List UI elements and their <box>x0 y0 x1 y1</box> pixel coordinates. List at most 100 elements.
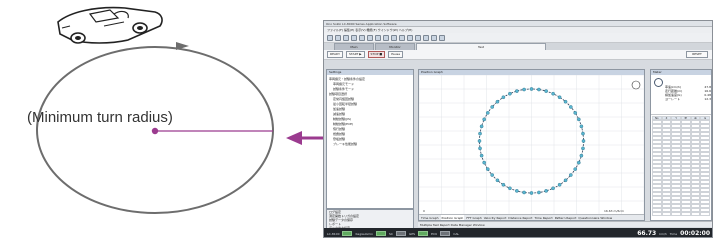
report-icon[interactable] <box>391 34 397 41</box>
new-file-icon[interactable] <box>327 34 333 41</box>
speed-value: 66.73 <box>637 230 657 237</box>
mode-tabs: Main Monitor Test <box>324 43 712 50</box>
save-icon[interactable] <box>343 34 349 41</box>
pause-button[interactable]: Pause <box>388 51 404 58</box>
trajectory-point <box>522 190 526 195</box>
status-item: SC <box>389 231 394 236</box>
pan-icon[interactable] <box>407 34 413 41</box>
graph-tab[interactable]: Velocity Report <box>484 215 507 220</box>
trajectory-point <box>479 153 484 158</box>
trajectory-point <box>537 190 541 195</box>
meter-summary: 車速(km/h) 47.8 走行距離(m) 16.6 横加速度(G) 0.48 ヨーレート 1… <box>651 75 711 115</box>
trajectory-point <box>490 105 495 109</box>
meter-grid-cell <box>681 212 691 216</box>
graph-tab-active[interactable]: Position Graph <box>440 215 465 220</box>
trajectory-point <box>551 91 555 96</box>
settings-panel: Settings 車両諸元・試験条件の設定 車両諸元モード 試験条件モード 試験項目選… <box>326 69 414 209</box>
meter-grid: No X Y 距速 G <box>651 115 711 217</box>
trajectory-point <box>581 131 585 136</box>
trajectory-point <box>508 91 512 96</box>
trajectory-point <box>479 124 484 129</box>
trajectory-point <box>485 167 490 171</box>
app-window: Ono Sokki LC-8000 Series Application Sof… <box>323 20 713 238</box>
trajectory-point <box>495 178 500 183</box>
trajectory-point <box>529 191 534 195</box>
trajectory-point <box>579 153 584 158</box>
trajectory-point <box>581 146 585 151</box>
paste-icon[interactable] <box>367 34 373 41</box>
status-item: GPS <box>409 231 416 236</box>
position-plot[interactable]: 16.63 m/6cm 0 <box>419 75 644 215</box>
meter-row-value: 12.3 <box>704 97 711 101</box>
tab-monitor[interactable]: Monitor <box>375 43 415 50</box>
graph-tab[interactable]: FFT Graph <box>466 215 481 220</box>
trajectory-point <box>579 124 584 129</box>
radius-label: (Minimum turn radius) <box>27 109 173 126</box>
trajectory-point <box>557 95 562 100</box>
trajectory-point <box>508 186 512 191</box>
trajectory-point <box>515 89 519 93</box>
trajectory-point <box>537 87 541 92</box>
ready-button[interactable]: READY <box>327 51 344 58</box>
trajectory-point <box>568 105 573 109</box>
speed-unit: km/h <box>659 231 667 236</box>
marker-icon[interactable] <box>423 34 429 41</box>
zoom-icon[interactable] <box>399 34 405 41</box>
convertible-car-icon <box>57 6 163 44</box>
trajectory-point <box>568 173 573 177</box>
print-icon[interactable] <box>351 34 357 41</box>
trajectory-point <box>490 173 495 177</box>
start-button[interactable]: START ▶ <box>346 51 365 58</box>
trajectory-point <box>529 87 534 91</box>
graph-tab[interactable]: Questionnaire Window <box>578 215 612 220</box>
meter-grid-cell <box>690 212 701 216</box>
settings-item[interactable]: ブレーキ性能試験 <box>329 142 411 147</box>
trajectory-point <box>515 189 519 193</box>
status-led <box>418 231 429 236</box>
figure-stage: (Minimum turn radius) Ono Sokki LC-8000 … <box>0 0 719 240</box>
meter-grid-cell <box>671 212 681 216</box>
status-led <box>342 231 353 236</box>
trajectory-point <box>478 131 482 136</box>
trajectory-point <box>563 99 568 104</box>
settings-icon[interactable] <box>375 34 381 41</box>
trajectory-point <box>477 139 482 143</box>
reset-button[interactable]: RESET <box>686 51 708 58</box>
settings-list: 車両諸元・試験条件の設定 車両諸元モード 試験条件モード 試験項目選択 定常円旋回試験最… <box>327 75 413 149</box>
plot-readout: 16.63 m/6cm <box>604 209 624 213</box>
status-bar: LC-8100 Kagisubmin SC GPS ECU CAL 66.73 … <box>324 228 712 237</box>
graph-tab[interactable]: Distance Report <box>508 215 532 220</box>
plot-readout-left: 0 <box>423 209 425 213</box>
copy-icon[interactable] <box>359 34 365 41</box>
trajectory-point <box>573 111 578 115</box>
graph-tab[interactable]: Time Report <box>534 215 552 220</box>
center-dot <box>151 127 159 135</box>
help-icon[interactable] <box>439 34 445 41</box>
trajectory-point <box>563 178 568 183</box>
trajectory-point <box>482 160 486 165</box>
graph-tab[interactable]: Pattern Report <box>555 215 577 220</box>
layout-icon[interactable] <box>431 34 437 41</box>
stop-button[interactable]: STOP ■ <box>367 51 386 58</box>
tab-main[interactable]: Main <box>334 43 374 50</box>
trajectory-point <box>577 160 581 165</box>
trajectory-point <box>544 89 548 93</box>
graph-tabs: Time Graph Position Graph FFT Graph Velo… <box>419 214 644 220</box>
tab-test[interactable]: Test <box>416 43 546 50</box>
meter-grid-cell <box>661 212 672 216</box>
trajectory-point <box>557 182 562 187</box>
graph-tab[interactable]: Time Graph <box>421 215 439 220</box>
graph-icon[interactable] <box>383 34 389 41</box>
time-value: 00:02:00 <box>680 230 710 237</box>
compass-icon <box>631 80 641 90</box>
meter-grid-cell <box>652 212 662 216</box>
trajectory-point <box>544 189 548 193</box>
cursor-icon[interactable] <box>415 34 421 41</box>
trajectory-point <box>522 87 526 92</box>
bottom-window-bar[interactable]: Multiple Test Report Data Manager Window <box>418 221 712 227</box>
trajectory-point <box>485 111 490 115</box>
time-label: Time <box>669 231 678 236</box>
open-folder-icon[interactable] <box>335 34 341 41</box>
trajectory-point <box>478 146 482 151</box>
link-arrow-left-head <box>286 131 302 145</box>
